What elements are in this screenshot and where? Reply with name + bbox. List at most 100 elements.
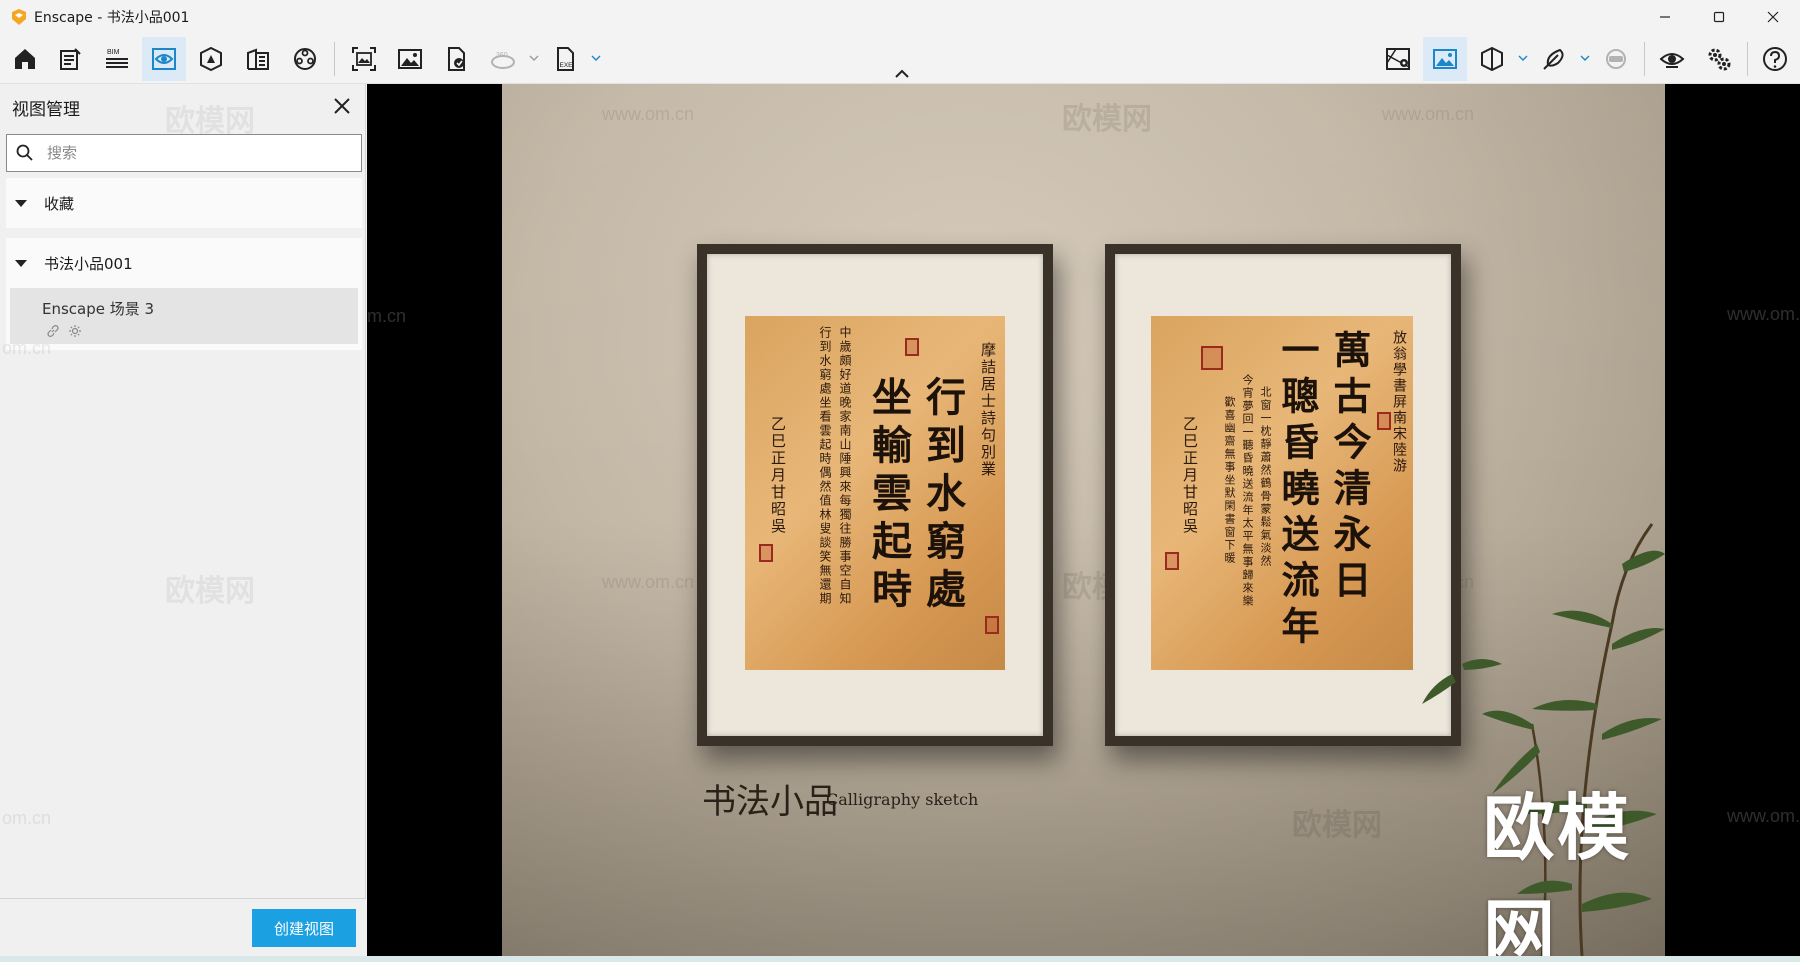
toolbar-collapse-toggle[interactable] — [892, 66, 912, 82]
watermark-url: www.om.cn — [1727, 304, 1800, 324]
vr-headset-button[interactable] — [1594, 37, 1638, 81]
scroll-inscription: 北窗一枕靜蕭然鶴骨蒙鬆氣淡然 — [1259, 386, 1272, 568]
video-editor-icon — [294, 48, 316, 70]
watermark: 欧模网 — [165, 575, 255, 608]
scroll-inscription: 中歲頗好道晚家南山陲興來每獨往勝事空自知 — [838, 326, 852, 606]
favorites-section: 收藏 — [6, 178, 362, 228]
search-icon — [16, 144, 33, 161]
scroll-inscription: 摩詰居士詩句別業 — [979, 342, 997, 478]
watermark: 欧模网 — [412, 809, 502, 842]
video-editor-button[interactable] — [283, 37, 327, 81]
frame-mat: 放翁學書屏南宋陸游 萬古今清永日 一聰昏曉送流年 北窗一枕靜蕭然鶴骨蒙鬆氣淡然 … — [1115, 254, 1451, 736]
chevron-down-icon — [591, 55, 601, 61]
exe-label: EXE — [560, 62, 574, 69]
render-viewport[interactable]: 欧模网 www.om.cn www.om.cn 欧模网 www.om.cn 欧模… — [367, 84, 1800, 956]
screenshot-button[interactable] — [388, 37, 432, 81]
settings-icon — [1708, 48, 1731, 71]
close-window-button[interactable] — [1746, 0, 1800, 34]
scroll-inscription: 歡喜幽齋無事坐默閑書窗下暖 — [1223, 396, 1236, 565]
scroll-inscription: 今宵夢回一聽昏曉送流年太平無事歸來樂 — [1241, 374, 1254, 608]
watermark: 欧模网 — [412, 339, 502, 372]
title-bar: Enscape - 书法小品001 — [0, 0, 1800, 34]
scroll-signature: 乙巳正月甘昭吳 — [1181, 416, 1199, 535]
asset-library-button[interactable] — [189, 37, 233, 81]
link-icon[interactable] — [46, 324, 60, 338]
favorites-section-header[interactable]: 收藏 — [6, 178, 362, 228]
caret-down-icon — [15, 200, 27, 207]
bim-button[interactable]: BIM — [95, 37, 139, 81]
toolbar-separator — [1644, 42, 1645, 76]
watermark: 欧模网 — [1292, 809, 1382, 842]
notes-button[interactable] — [48, 37, 92, 81]
minimize-icon — [1660, 16, 1670, 18]
map-button[interactable] — [1376, 37, 1420, 81]
scroll-main-text: 坐輸雲起時 — [865, 376, 912, 616]
feather-button[interactable] — [1532, 37, 1576, 81]
caption-chinese: 书法小品 — [702, 782, 838, 822]
material-editor-button[interactable] — [236, 37, 280, 81]
red-seal — [1377, 412, 1391, 430]
settings-button[interactable] — [1697, 37, 1741, 81]
section-label: 书法小品001 — [44, 254, 133, 273]
panorama-360-button[interactable]: 360 — [481, 37, 525, 81]
brand-watermark: 欧模网 — [1483, 789, 1632, 956]
close-icon — [1767, 11, 1779, 23]
red-seal — [905, 338, 919, 356]
view-item-name: Enscape 场景 3 — [42, 300, 155, 318]
section-label: 收藏 — [44, 194, 75, 213]
left-picture-frame: 摩詰居士詩句別業 行到水窮處 坐輸雲起時 中歲頗好道晚家南山陲興來每獨往勝事空自… — [697, 244, 1053, 746]
red-seal — [985, 616, 999, 634]
scroll-main-text: 萬古今清永日 — [1327, 330, 1372, 606]
notes-icon — [60, 48, 81, 70]
watermark-url: om.cn — [2, 808, 52, 828]
create-view-button[interactable]: 创建视图 — [252, 909, 356, 947]
chevron-down-icon — [1580, 55, 1590, 61]
minimize-button[interactable] — [1638, 0, 1692, 34]
visibility-button[interactable] — [1650, 37, 1694, 81]
bim-label: BIM — [107, 49, 120, 56]
view-management-button[interactable] — [142, 37, 186, 81]
feather-dropdown[interactable] — [1578, 50, 1592, 66]
bim-icon: BIM — [106, 49, 128, 68]
panorama-dropdown[interactable] — [527, 50, 541, 66]
feather-icon — [1543, 48, 1564, 70]
export-exe-button[interactable]: EXE — [543, 37, 587, 81]
watermark-url: om.cn — [367, 306, 407, 326]
view-item-icons — [46, 324, 82, 338]
export-dropdown[interactable] — [589, 50, 603, 66]
help-button[interactable] — [1753, 37, 1797, 81]
window-title: Enscape - 书法小品001 — [34, 10, 190, 26]
asset-library-icon — [200, 46, 222, 72]
scroll-inscription: 放翁學書屏南宋陸游 — [1391, 330, 1407, 474]
upload-icon — [448, 47, 465, 71]
panorama-360-icon: 360 — [491, 52, 515, 69]
red-seal — [1165, 552, 1179, 570]
maximize-icon — [1713, 11, 1725, 23]
toolbar-separator — [1747, 42, 1748, 76]
toolbar-separator — [334, 42, 335, 76]
left-calligraphy-scroll: 摩詰居士詩句別業 行到水窮處 坐輸雲起時 中歲頗好道晚家南山陲興來每獨往勝事空自… — [745, 316, 1005, 670]
right-calligraphy-scroll: 放翁學書屏南宋陸游 萬古今清永日 一聰昏曉送流年 北窗一枕靜蕭然鶴骨蒙鬆氣淡然 … — [1151, 316, 1413, 670]
sun-icon[interactable] — [68, 324, 82, 338]
upload-button[interactable] — [434, 37, 478, 81]
list-item[interactable]: Enscape 场景 3 — [10, 288, 358, 344]
home-button[interactable] — [3, 37, 47, 81]
maximize-button[interactable] — [1692, 0, 1746, 34]
panel-close-icon[interactable] — [330, 94, 354, 118]
search-input[interactable] — [47, 144, 347, 162]
export-exe-icon: EXE — [557, 47, 574, 71]
section-cube-button[interactable] — [1470, 37, 1514, 81]
watermark-url: www.om.cn — [1727, 806, 1800, 826]
scroll-inscription: 行到水窮處坐看雲起時偶然值林叟談笑無還期 — [818, 326, 832, 606]
project-section: 书法小品001 Enscape 场景 3 — [6, 238, 362, 350]
right-picture-frame: 放翁學書屏南宋陸游 萬古今清永日 一聰昏曉送流年 北窗一枕靜蕭然鶴骨蒙鬆氣淡然 … — [1105, 244, 1461, 746]
project-section-header[interactable]: 书法小品001 — [6, 238, 362, 288]
image-view-button[interactable] — [1423, 37, 1467, 81]
cube-dropdown[interactable] — [1516, 50, 1530, 66]
material-editor-icon — [247, 48, 269, 70]
map-icon — [1386, 48, 1410, 70]
scroll-main-text: 一聰昏曉送流年 — [1275, 330, 1320, 652]
chevron-down-icon — [529, 55, 539, 61]
view-management-icon — [152, 48, 176, 70]
batch-render-button[interactable] — [342, 37, 386, 81]
